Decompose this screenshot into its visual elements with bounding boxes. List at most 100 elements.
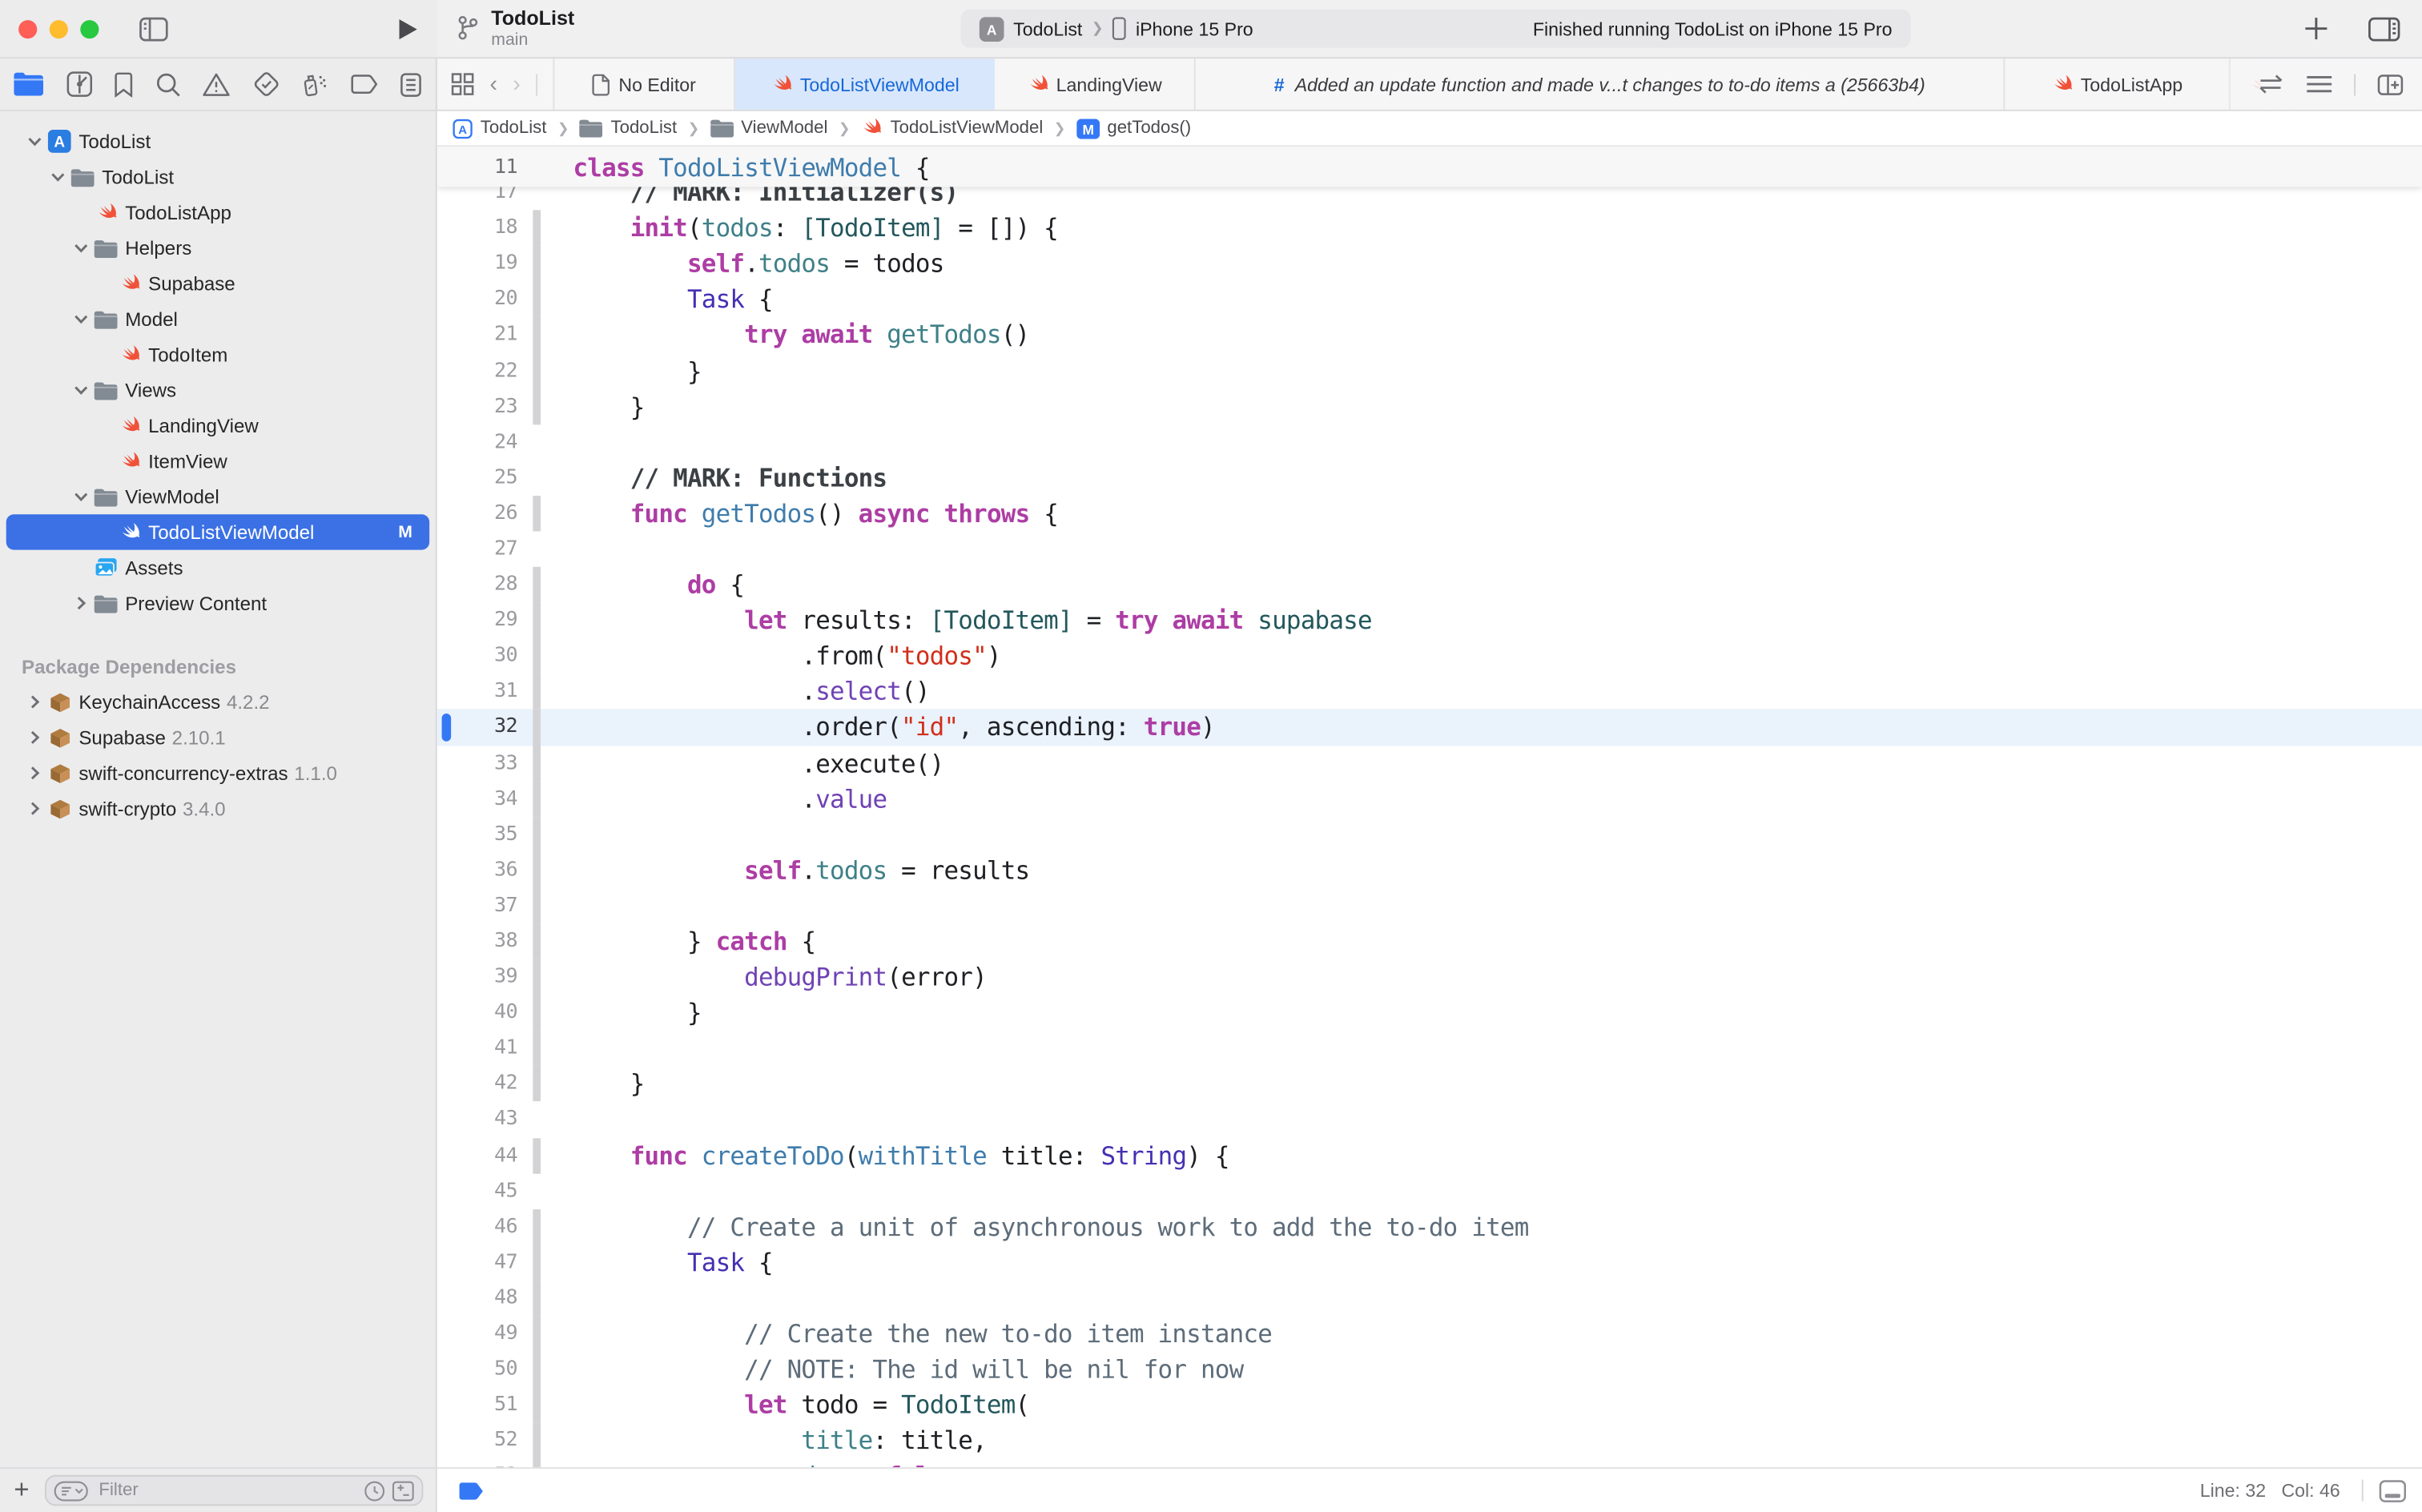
code-line-50[interactable]: 50 // NOTE: The id will be nil for now: [437, 1352, 2422, 1388]
debug-navigator-icon[interactable]: [301, 72, 328, 97]
code-line-44[interactable]: 44 func createToDo(withTitle title: Stri…: [437, 1137, 2422, 1173]
run-button[interactable]: [397, 16, 419, 41]
add-editor-split-icon[interactable]: [2377, 74, 2404, 95]
disclosure-chevron-icon[interactable]: [22, 135, 46, 148]
code-line-36[interactable]: 36 self.todos = results: [437, 852, 2422, 888]
sidebar-item-supabase[interactable]: Supabase: [0, 266, 436, 301]
disclosure-chevron-icon[interactable]: [68, 241, 93, 255]
sidebar-item-views[interactable]: Views: [0, 372, 436, 408]
code-line-46[interactable]: 46 // Create a unit of asynchronous work…: [437, 1209, 2422, 1245]
sidebar-item-helpers[interactable]: Helpers: [0, 230, 436, 265]
bookmarks-navigator-icon[interactable]: [115, 72, 133, 97]
line-number[interactable]: 30: [437, 645, 517, 668]
code-line-51[interactable]: 51 let todo = TodoItem(: [437, 1387, 2422, 1423]
line-number[interactable]: 50: [437, 1357, 517, 1381]
breadcrumb-item-todolist[interactable]: TodoList: [580, 119, 677, 137]
navigator-sidebar-toggle-icon[interactable]: [139, 16, 169, 41]
sidebar-item-todolist[interactable]: ATodoList: [0, 123, 436, 159]
code-line-45[interactable]: 45: [437, 1173, 2422, 1209]
package-item-supabase[interactable]: Supabase2.10.1: [0, 720, 436, 755]
zoom-window-button[interactable]: [80, 19, 99, 38]
code-line-40[interactable]: 40 }: [437, 995, 2422, 1031]
line-number[interactable]: 36: [437, 859, 517, 882]
disclosure-chevron-icon[interactable]: [22, 695, 46, 709]
line-number[interactable]: 43: [437, 1108, 517, 1132]
related-items-icon[interactable]: [451, 73, 474, 96]
line-number[interactable]: 45: [437, 1180, 517, 1203]
code-line-37[interactable]: 37: [437, 888, 2422, 924]
line-number[interactable]: 52: [437, 1430, 517, 1453]
sticky-declaration-line[interactable]: 11 class TodoListViewModel {: [437, 147, 2422, 187]
code-line-25[interactable]: 25 // MARK: Functions: [437, 460, 2422, 496]
tab-todolistapp[interactable]: TodoListApp: [2005, 58, 2231, 110]
line-number[interactable]: 35: [437, 822, 517, 846]
run-destination[interactable]: A TodoList ❯ iPhone 15 Pro: [980, 16, 1253, 41]
back-button[interactable]: ‹: [489, 71, 497, 98]
disclosure-chevron-icon[interactable]: [68, 489, 93, 503]
tab-added-an-update-function-and-m[interactable]: #Added an update function and made v...t…: [1196, 58, 2006, 110]
code-line-32[interactable]: 32 .order("id", ascending: true): [437, 710, 2422, 746]
code-line-29[interactable]: 29 let results: [TodoItem] = try await s…: [437, 602, 2422, 638]
code-line-28[interactable]: 28 do {: [437, 567, 2422, 603]
source-control-navigator-icon[interactable]: [66, 71, 92, 98]
sidebar-item-todoitem[interactable]: TodoItem: [0, 336, 436, 372]
code-line-33[interactable]: 33 .execute(): [437, 746, 2422, 782]
tests-navigator-icon[interactable]: [252, 71, 279, 98]
activity-status-bar[interactable]: A TodoList ❯ iPhone 15 Pro Finished runn…: [961, 10, 1911, 48]
line-number[interactable]: 33: [437, 751, 517, 774]
recent-files-clock-icon[interactable]: [364, 1481, 384, 1501]
breakpoints-navigator-icon[interactable]: [350, 74, 378, 94]
code-line-53[interactable]: 53 done: false: [437, 1458, 2422, 1467]
sidebar-item-landingview[interactable]: LandingView: [0, 408, 436, 443]
line-number[interactable]: 28: [437, 573, 517, 597]
code-line-21[interactable]: 21 try await getTodos(): [437, 317, 2422, 353]
scheme-selector[interactable]: TodoList main: [457, 7, 574, 50]
line-number[interactable]: 39: [437, 966, 517, 989]
line-number[interactable]: 27: [437, 537, 517, 561]
line-number[interactable]: 25: [437, 466, 517, 489]
disclosure-chevron-icon[interactable]: [68, 596, 93, 609]
line-indicator[interactable]: Line: 32: [2200, 1480, 2266, 1502]
filter-field[interactable]: [45, 1475, 423, 1506]
filter-input[interactable]: [96, 1480, 357, 1502]
breadcrumb-item-todolistviewmodel[interactable]: TodoListViewModel: [861, 118, 1043, 139]
line-number[interactable]: 38: [437, 930, 517, 953]
line-number[interactable]: 40: [437, 1001, 517, 1024]
line-number[interactable]: 46: [437, 1215, 517, 1238]
line-number[interactable]: 41: [437, 1037, 517, 1060]
code-line-39[interactable]: 39 debugPrint(error): [437, 959, 2422, 995]
line-number[interactable]: 18: [437, 216, 517, 239]
display-icon[interactable]: [2379, 1479, 2407, 1502]
disclosure-chevron-icon[interactable]: [45, 170, 70, 183]
sidebar-item-todolistviewmodel[interactable]: TodoListViewModelM: [6, 514, 429, 549]
line-number[interactable]: 20: [437, 288, 517, 311]
tab-no-editor[interactable]: No Editor: [553, 58, 735, 110]
breadcrumb-item-gettodos-[interactable]: MgetTodos(): [1076, 119, 1191, 139]
sidebar-item-itemview[interactable]: ItemView: [0, 443, 436, 478]
line-number[interactable]: 37: [437, 894, 517, 917]
breadcrumb-item-todolist[interactable]: ATodoList: [453, 119, 546, 139]
add-editor-library-button[interactable]: [2304, 17, 2327, 40]
package-item-keychainaccess[interactable]: KeychainAccess4.2.2: [0, 684, 436, 719]
line-number[interactable]: 31: [437, 680, 517, 703]
code-line-26[interactable]: 26 func getTodos() async throws {: [437, 496, 2422, 532]
close-window-button[interactable]: [18, 19, 37, 38]
disclosure-chevron-icon[interactable]: [22, 730, 46, 744]
line-number[interactable]: 53: [437, 1465, 517, 1467]
tab-landingview[interactable]: LandingView: [995, 58, 1196, 110]
sidebar-item-todolist[interactable]: TodoList: [0, 159, 436, 195]
adjust-editor-options-icon[interactable]: [2306, 74, 2332, 94]
disclosure-chevron-icon[interactable]: [68, 383, 93, 396]
code-line-49[interactable]: 49 // Create the new to-do item instance: [437, 1316, 2422, 1352]
code-line-47[interactable]: 47 Task {: [437, 1245, 2422, 1281]
code-line-30[interactable]: 30 .from("todos"): [437, 638, 2422, 674]
line-number[interactable]: 44: [437, 1144, 517, 1167]
forward-button[interactable]: ›: [513, 71, 521, 98]
code-line-52[interactable]: 52 title: title,: [437, 1423, 2422, 1459]
code-area[interactable]: 11 class TodoListViewModel { 17 // MARK:…: [437, 147, 2422, 1467]
line-number[interactable]: 51: [437, 1393, 517, 1417]
code-line-38[interactable]: 38 } catch {: [437, 923, 2422, 959]
line-number[interactable]: 34: [437, 787, 517, 810]
code-line-20[interactable]: 20 Task {: [437, 282, 2422, 318]
sidebar-item-todolistapp[interactable]: TodoListApp: [0, 195, 436, 230]
